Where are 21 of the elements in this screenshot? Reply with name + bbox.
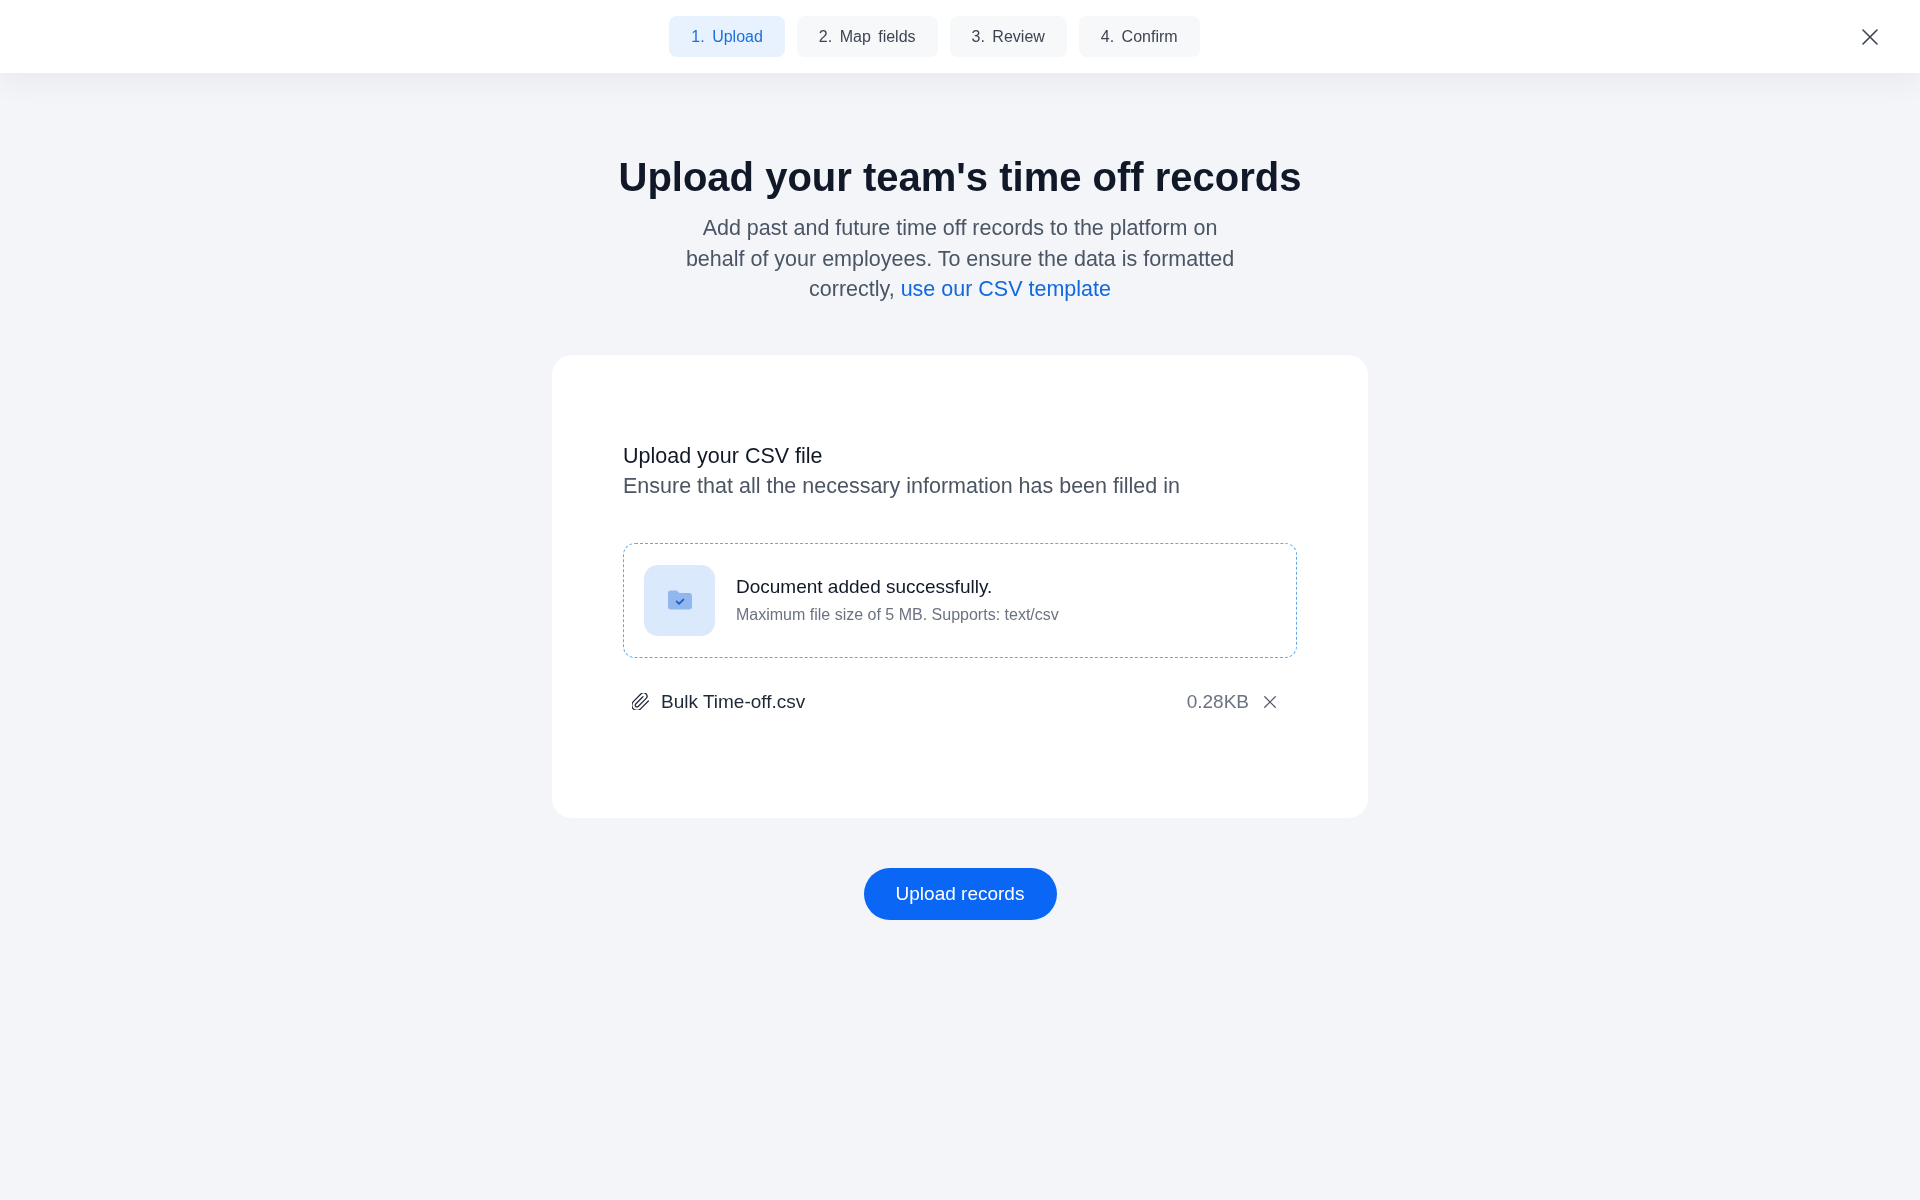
upload-status-text: Document added successfully. [736, 576, 994, 599]
remove-file-button[interactable] [1263, 694, 1277, 709]
upload-hint-text: Maximum file size of 5 MB. Supports: text/csv [736, 606, 1059, 625]
card-heading: Upload your CSV file [623, 442, 824, 469]
file-size: 0.28KB [1186, 690, 1249, 713]
close-button[interactable] [1860, 26, 1880, 47]
intro-text: Add past and future time off records to the platform on behalf of your employees. To ensure the data is formatted correctly, use our CSV template [684, 215, 1236, 304]
step-tab[interactable]: 2. Map fields [796, 16, 938, 57]
close-icon [1264, 695, 1276, 708]
paperclip-icon [632, 693, 649, 711]
upload-records-button[interactable]: Upload records [863, 867, 1057, 920]
page-title: Upload your team's time off records [618, 154, 1302, 201]
folder-check-icon [644, 564, 715, 636]
step-tab[interactable]: 4. Confirm [1078, 16, 1200, 57]
step-tab[interactable]: 1. Upload [669, 16, 785, 57]
card-description: Ensure that all the necessary information has been filled in [623, 472, 1181, 499]
csv-template-link[interactable]: use our CSV template [900, 277, 1111, 302]
step-tab[interactable]: 3. Review [949, 16, 1067, 57]
file-dropzone[interactable]: Document added successfully. Maximum file size of 5 MB. Supports: text/csv [623, 542, 1297, 658]
close-icon [1862, 28, 1878, 45]
file-name: Bulk Time-off.csv [661, 690, 807, 713]
